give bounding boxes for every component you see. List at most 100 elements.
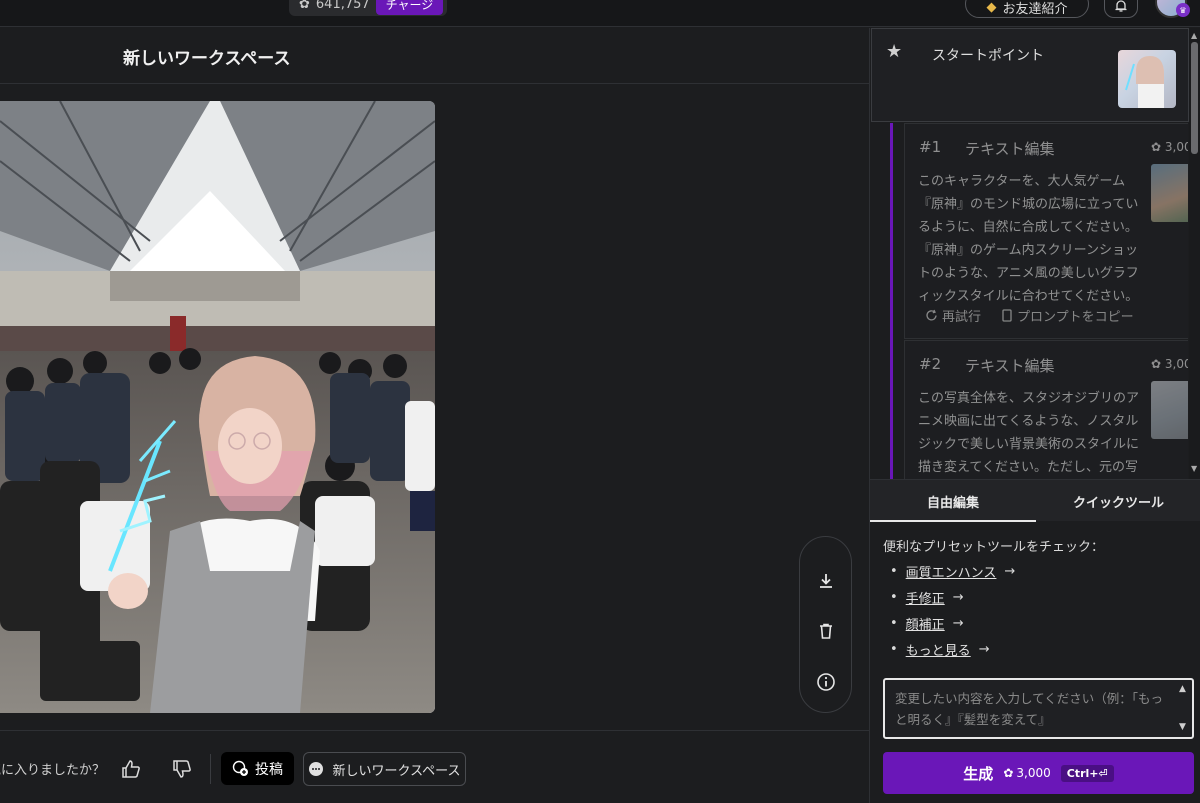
- post-label: 投稿: [255, 761, 283, 778]
- coin-icon: ✿: [1151, 357, 1165, 371]
- workspace-main: 新しいワークスペース に入りましたか？ 投稿 新しいワークスペース: [0, 28, 869, 803]
- gift-icon: ◆: [986, 0, 997, 15]
- history-actions: 再試行 プロンプトをコピー: [925, 306, 1134, 325]
- history-prompt: このキャラクターを、大人気ゲーム『原神』のモンド城の広場に立っているように、自然…: [918, 174, 1139, 304]
- tool-link-face-fix[interactable]: 顔補正: [906, 614, 945, 633]
- bullet: •: [890, 642, 898, 657]
- history-card[interactable]: #2 テキスト編集 ✿ 3,000 この写真全体を、スタジオジブリのアニメ映画に…: [904, 340, 1188, 479]
- preset-tool-item: • 顔補正 →: [890, 614, 964, 633]
- preset-tools-heading: 便利なプリセットツールをチェック：: [883, 540, 1105, 555]
- scroll-up-icon[interactable]: ▲: [1179, 684, 1186, 694]
- history-scrollbar[interactable]: ▲ ▼: [1189, 28, 1200, 479]
- scrollbar-thumb[interactable]: [1191, 42, 1198, 154]
- history-thumbnail[interactable]: [1151, 381, 1188, 439]
- history-cost: ✿ 3,000: [1151, 140, 1188, 154]
- copy-icon: [1002, 309, 1012, 322]
- edit-history: #1 テキスト編集 ✿ 3,000 このキャラクターを、大人気ゲーム『原神』のモ…: [870, 123, 1188, 479]
- tool-link-hand-fix[interactable]: 手修正: [906, 588, 945, 607]
- start-point-thumbnail[interactable]: [1118, 50, 1176, 108]
- star-icon: ★: [886, 41, 903, 62]
- post-icon: [232, 760, 248, 776]
- bullet: •: [890, 616, 898, 631]
- thumbs-down-icon: [173, 760, 191, 778]
- new-workspace-label: 新しいワークスペース: [332, 763, 461, 779]
- photo-illustration: [0, 101, 435, 713]
- history-cost: ✿ 3,000: [1151, 357, 1188, 371]
- divider: [0, 83, 869, 84]
- divider: [0, 730, 869, 731]
- feedback-question: 気に入りましたか？: [0, 759, 105, 778]
- trash-icon: [820, 623, 832, 639]
- dislike-button[interactable]: [169, 756, 195, 782]
- prompt-input-box: ▲ ▼: [883, 678, 1194, 739]
- preset-tool-item: • 手修正 →: [890, 588, 964, 607]
- thumbnail-illustration: [1125, 56, 1164, 108]
- generate-cost: ✿ 3,000: [1003, 766, 1050, 780]
- like-button[interactable]: [118, 756, 144, 782]
- history-type: テキスト編集: [965, 140, 1055, 158]
- copy-prompt-button[interactable]: プロンプトをコピー: [1001, 306, 1134, 325]
- history-thumbnail[interactable]: [1151, 164, 1188, 222]
- new-workspace-button[interactable]: 新しいワークスペース: [303, 752, 466, 786]
- bullet: •: [890, 590, 898, 605]
- divider: [210, 754, 211, 784]
- arrow-right-icon: →: [978, 642, 990, 657]
- invite-friends-button[interactable]: ◆ お友達紹介: [965, 0, 1089, 18]
- retry-label: 再試行: [942, 310, 982, 325]
- history-cost-value: 3,000: [1164, 357, 1188, 371]
- scroll-down-icon[interactable]: ▼: [1191, 464, 1197, 473]
- edit-panel: ★ スタートポイント #1 テキスト編集 ✿ 3,000 このキャラクターを、大…: [869, 28, 1200, 803]
- credit-balance-value: 641,757: [315, 0, 370, 12]
- keyboard-shortcut: Ctrl+⏎: [1060, 764, 1114, 782]
- crown-icon: ♛: [1176, 3, 1190, 17]
- info-button[interactable]: [812, 668, 840, 696]
- copy-prompt-label: プロンプトをコピー: [1017, 310, 1134, 325]
- start-point-label: スタートポイント: [932, 48, 1044, 64]
- preset-tool-item: • もっと見る →: [890, 640, 990, 659]
- delete-button[interactable]: [812, 617, 840, 645]
- page-title: 新しいワークスペース: [123, 49, 291, 69]
- coin-icon: ✿: [1003, 766, 1014, 780]
- history-number: #1: [919, 138, 942, 156]
- tool-link-more[interactable]: もっと見る: [906, 640, 971, 659]
- notification-button[interactable]: [1104, 0, 1138, 18]
- history-timeline: [890, 123, 893, 479]
- start-point-card[interactable]: ★ スタートポイント: [871, 28, 1189, 122]
- info-icon: [817, 673, 835, 691]
- tool-link-enhance[interactable]: 画質エンハンス: [906, 562, 997, 581]
- chat-bubble-icon: [309, 762, 324, 776]
- arrow-right-icon: →: [952, 590, 964, 605]
- history-number: #2: [919, 355, 942, 373]
- coin-icon: ✿: [1151, 140, 1165, 154]
- preset-tool-item: • 画質エンハンス →: [890, 562, 1015, 581]
- arrow-right-icon: →: [952, 616, 964, 631]
- scroll-up-icon[interactable]: ▲: [1191, 31, 1197, 40]
- scroll-down-icon[interactable]: ▼: [1179, 722, 1186, 732]
- edit-mode-tabs: 自由編集 クイックツール: [870, 479, 1200, 522]
- arrow-right-icon: →: [1004, 564, 1016, 579]
- generate-label: 生成: [963, 764, 994, 783]
- invite-friends-label: お友達紹介: [1002, 1, 1068, 17]
- top-bar: ✿ 641,757 チャージ ◆ お友達紹介 ♛: [0, 0, 1200, 27]
- bell-icon: [1115, 0, 1127, 12]
- history-prompt: この写真全体を、スタジオジブリのアニメ映画に出てくるような、ノスタルジックで美し…: [918, 391, 1140, 475]
- refresh-icon: [926, 309, 937, 321]
- coin-icon: ✿: [299, 0, 310, 12]
- charge-button[interactable]: チャージ: [375, 0, 444, 15]
- history-card[interactable]: #1 テキスト編集 ✿ 3,000 このキャラクターを、大人気ゲーム『原神』のモ…: [904, 123, 1188, 339]
- feedback-question-text: 気に入りましたか？: [0, 763, 106, 778]
- thumbs-up-icon: [122, 760, 140, 778]
- generate-button[interactable]: 生成 ✿ 3,000 Ctrl+⏎: [883, 752, 1194, 794]
- generated-image[interactable]: [0, 101, 435, 713]
- retry-button[interactable]: 再試行: [925, 306, 981, 325]
- tab-free-edit[interactable]: 自由編集: [870, 480, 1036, 522]
- active-tab-indicator: [870, 520, 1036, 522]
- bullet: •: [890, 564, 898, 579]
- history-cost-value: 3,000: [1164, 140, 1188, 154]
- history-type: テキスト編集: [965, 357, 1055, 375]
- image-toolbar: [799, 536, 852, 713]
- download-button[interactable]: [812, 567, 840, 595]
- prompt-input[interactable]: [895, 688, 1170, 732]
- post-button[interactable]: 投稿: [221, 752, 294, 785]
- tab-quick-tools[interactable]: クイックツール: [1036, 480, 1200, 522]
